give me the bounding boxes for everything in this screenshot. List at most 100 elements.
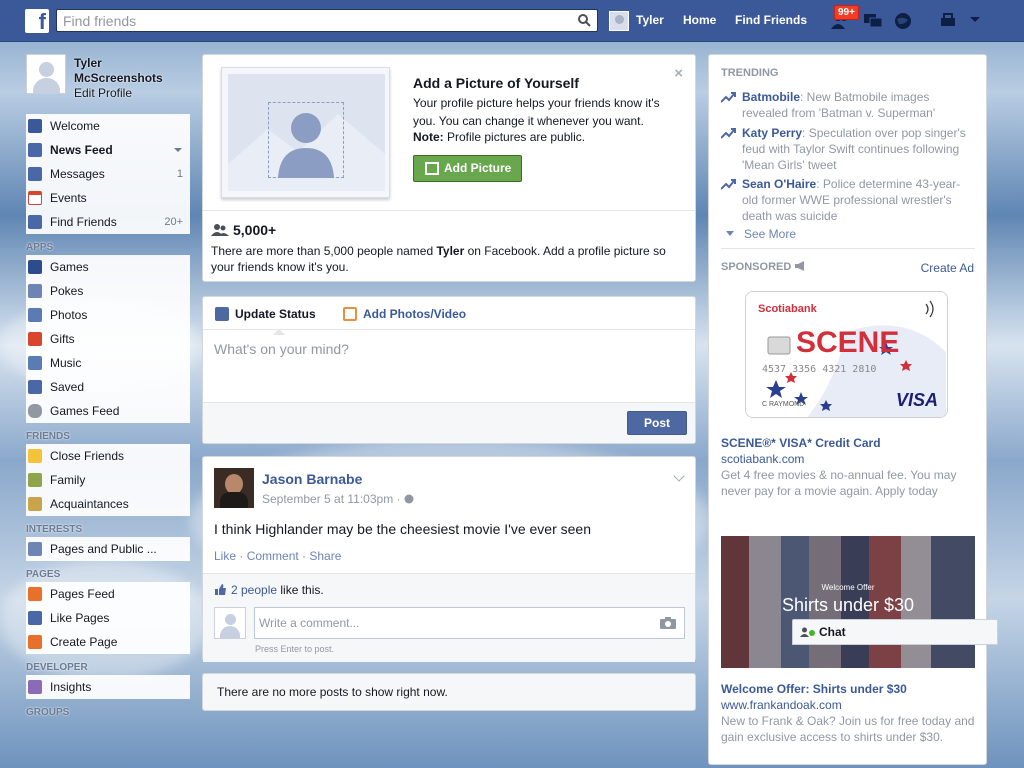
top-bar: f Tyler Home Find Friends 99+	[0, 0, 1024, 42]
ad-url[interactable]: scotiabank.com	[721, 452, 804, 466]
card-description: Your profile picture helps your friends …	[413, 96, 660, 128]
sidebar-item-messages[interactable]: Messages 1	[26, 162, 190, 186]
comment-input[interactable]	[255, 608, 655, 638]
facebook-logo[interactable]: f	[25, 9, 49, 34]
ad-url[interactable]: www.frankandoak.com	[721, 698, 842, 712]
profile-name[interactable]: Tyler McScreenshots	[74, 56, 184, 86]
sidebar-item-label: Pokes	[50, 284, 84, 298]
profile-summary: Tyler McScreenshots Edit Profile	[26, 54, 190, 102]
sidebar-item-games-feed[interactable]: Games Feed	[26, 399, 190, 423]
globe-icon	[404, 494, 414, 504]
edit-profile-link[interactable]: Edit Profile	[74, 86, 132, 100]
add-picture-button[interactable]: Add Picture	[413, 155, 522, 182]
see-more-link[interactable]: See More	[726, 227, 796, 241]
sidebar-item-news-feed[interactable]: News Feed	[26, 138, 190, 162]
ad-description: New to Frank & Oak? Join us for free tod…	[721, 714, 975, 744]
gift-icon	[28, 332, 42, 346]
thumbs-up-icon	[28, 611, 42, 625]
sidebar-item-create-page[interactable]: Create Page	[26, 630, 190, 654]
sidebar-item-music[interactable]: Music	[26, 351, 190, 375]
people-icon	[211, 224, 229, 236]
trend-name[interactable]: Katy Perry	[742, 126, 802, 140]
sidebar-item-gifts[interactable]: Gifts	[26, 327, 190, 351]
sidebar-item-acquaintances[interactable]: Acquaintances	[26, 492, 190, 516]
section-label-developer: DEVELOPER	[26, 662, 88, 673]
find-friends-link[interactable]: Find Friends	[735, 13, 807, 27]
tab-update-status[interactable]: Update Status	[215, 307, 316, 335]
messages-count: 1	[176, 168, 183, 180]
profile-link[interactable]: Tyler	[636, 13, 664, 27]
facebook-icon	[28, 119, 42, 133]
author-name[interactable]: Jason Barnabe	[262, 471, 362, 487]
user-avatar[interactable]	[609, 11, 629, 31]
sidebar-item-close-friends[interactable]: Close Friends	[26, 444, 190, 468]
search-icon[interactable]	[578, 14, 591, 27]
ad-title[interactable]: Welcome Offer: Shirts under $30	[721, 682, 907, 696]
camera-icon[interactable]	[660, 617, 676, 629]
sidebar-item-label: Close Friends	[50, 449, 125, 463]
no-more-posts: There are no more posts to show right no…	[202, 673, 696, 711]
comment-link[interactable]: Comment	[247, 549, 299, 563]
card-note: Note: Profile pictures are public.	[413, 130, 585, 144]
scotiabank-card-image[interactable]: Scotiabank SCENE 4537 3356 4321 2810 C R…	[745, 291, 948, 418]
sponsored-label: SPONSORED	[721, 261, 792, 273]
trending-arrow-icon	[721, 128, 736, 139]
author-avatar[interactable]	[214, 468, 254, 508]
sidebar-item-like-pages[interactable]: Like Pages	[26, 606, 190, 630]
right-column: TRENDING Batmobile: New Batmobile images…	[708, 54, 987, 765]
chevron-down-icon[interactable]	[174, 148, 182, 152]
sidebar-item-events[interactable]: Events	[26, 186, 190, 210]
sidebar-item-family[interactable]: Family	[26, 468, 190, 492]
sidebar-item-games[interactable]: Games	[26, 255, 190, 279]
messages-icon	[28, 167, 42, 181]
post-button[interactable]: Post	[627, 411, 687, 435]
info-name: Tyler	[436, 244, 465, 258]
like-link[interactable]: Like	[214, 549, 236, 563]
likers-link[interactable]: 2 people	[231, 583, 277, 597]
trend-name[interactable]: Sean O'Haire	[742, 177, 816, 191]
trending-item[interactable]: Katy Perry: Speculation over pop singer'…	[721, 125, 976, 173]
sidebar-item-photos[interactable]: Photos	[26, 303, 190, 327]
search-input[interactable]	[57, 10, 567, 31]
sidebar-item-label: Pages and Public ...	[50, 542, 157, 556]
messages-icon[interactable]	[862, 11, 884, 31]
home-link[interactable]: Home	[683, 13, 716, 27]
sidebar-item-pokes[interactable]: Pokes	[26, 279, 190, 303]
music-icon	[28, 356, 42, 370]
profile-picture-placeholder[interactable]	[26, 54, 66, 94]
interests-group: Pages and Public ...	[26, 537, 190, 561]
sidebar-item-find-friends[interactable]: Find Friends 20+	[26, 210, 190, 234]
sidebar-item-insights[interactable]: Insights	[26, 675, 190, 699]
sidebar-item-pages-public[interactable]: Pages and Public ...	[26, 537, 190, 561]
megaphone-icon	[795, 261, 805, 271]
ad-title[interactable]: SCENE®* VISA* Credit Card	[721, 436, 881, 450]
create-ad-link[interactable]: Create Ad	[921, 261, 974, 275]
globe-icon[interactable]	[893, 11, 913, 31]
account-menu-caret-icon[interactable]	[969, 16, 981, 24]
close-icon[interactable]: ×	[674, 65, 683, 82]
chat-bar[interactable]: Chat	[792, 619, 998, 645]
favorites-group: Welcome News Feed Messages 1 Events Find …	[26, 114, 190, 234]
logo-letter: f	[38, 9, 46, 34]
tab-add-photos-video[interactable]: Add Photos/Video	[343, 307, 466, 321]
card-brand-text: SCENE	[796, 326, 899, 359]
house-icon	[28, 473, 42, 487]
post-timestamp[interactable]: September 5 at 11:03pm ·	[262, 492, 404, 506]
status-input[interactable]	[214, 341, 684, 391]
card-number-text: 4537 3356 4321 2810	[762, 364, 876, 375]
sidebar-item-welcome[interactable]: Welcome	[26, 114, 190, 138]
likes-summary: 2 people like this.	[214, 583, 324, 597]
trend-name[interactable]: Batmobile	[742, 90, 800, 104]
card-network-text: VISA	[896, 390, 938, 410]
chevron-down-icon[interactable]	[673, 470, 685, 482]
sidebar-item-pages-feed[interactable]: Pages Feed	[26, 582, 190, 606]
photos-icon	[28, 308, 42, 322]
share-link[interactable]: Share	[309, 549, 341, 563]
shirts-ad-image[interactable]: Welcome Offer Shirts under $30	[721, 536, 975, 668]
privacy-shortcuts-icon[interactable]	[938, 11, 960, 31]
add-profile-picture-card: Add a Picture of Yourself Your profile p…	[202, 54, 696, 282]
trending-item[interactable]: Batmobile: New Batmobile images revealed…	[721, 89, 976, 121]
sidebar-item-saved[interactable]: Saved	[26, 375, 190, 399]
people-count-value: 5,000+	[233, 222, 277, 238]
trending-item[interactable]: Sean O'Haire: Police determine 43-year-o…	[721, 176, 976, 224]
